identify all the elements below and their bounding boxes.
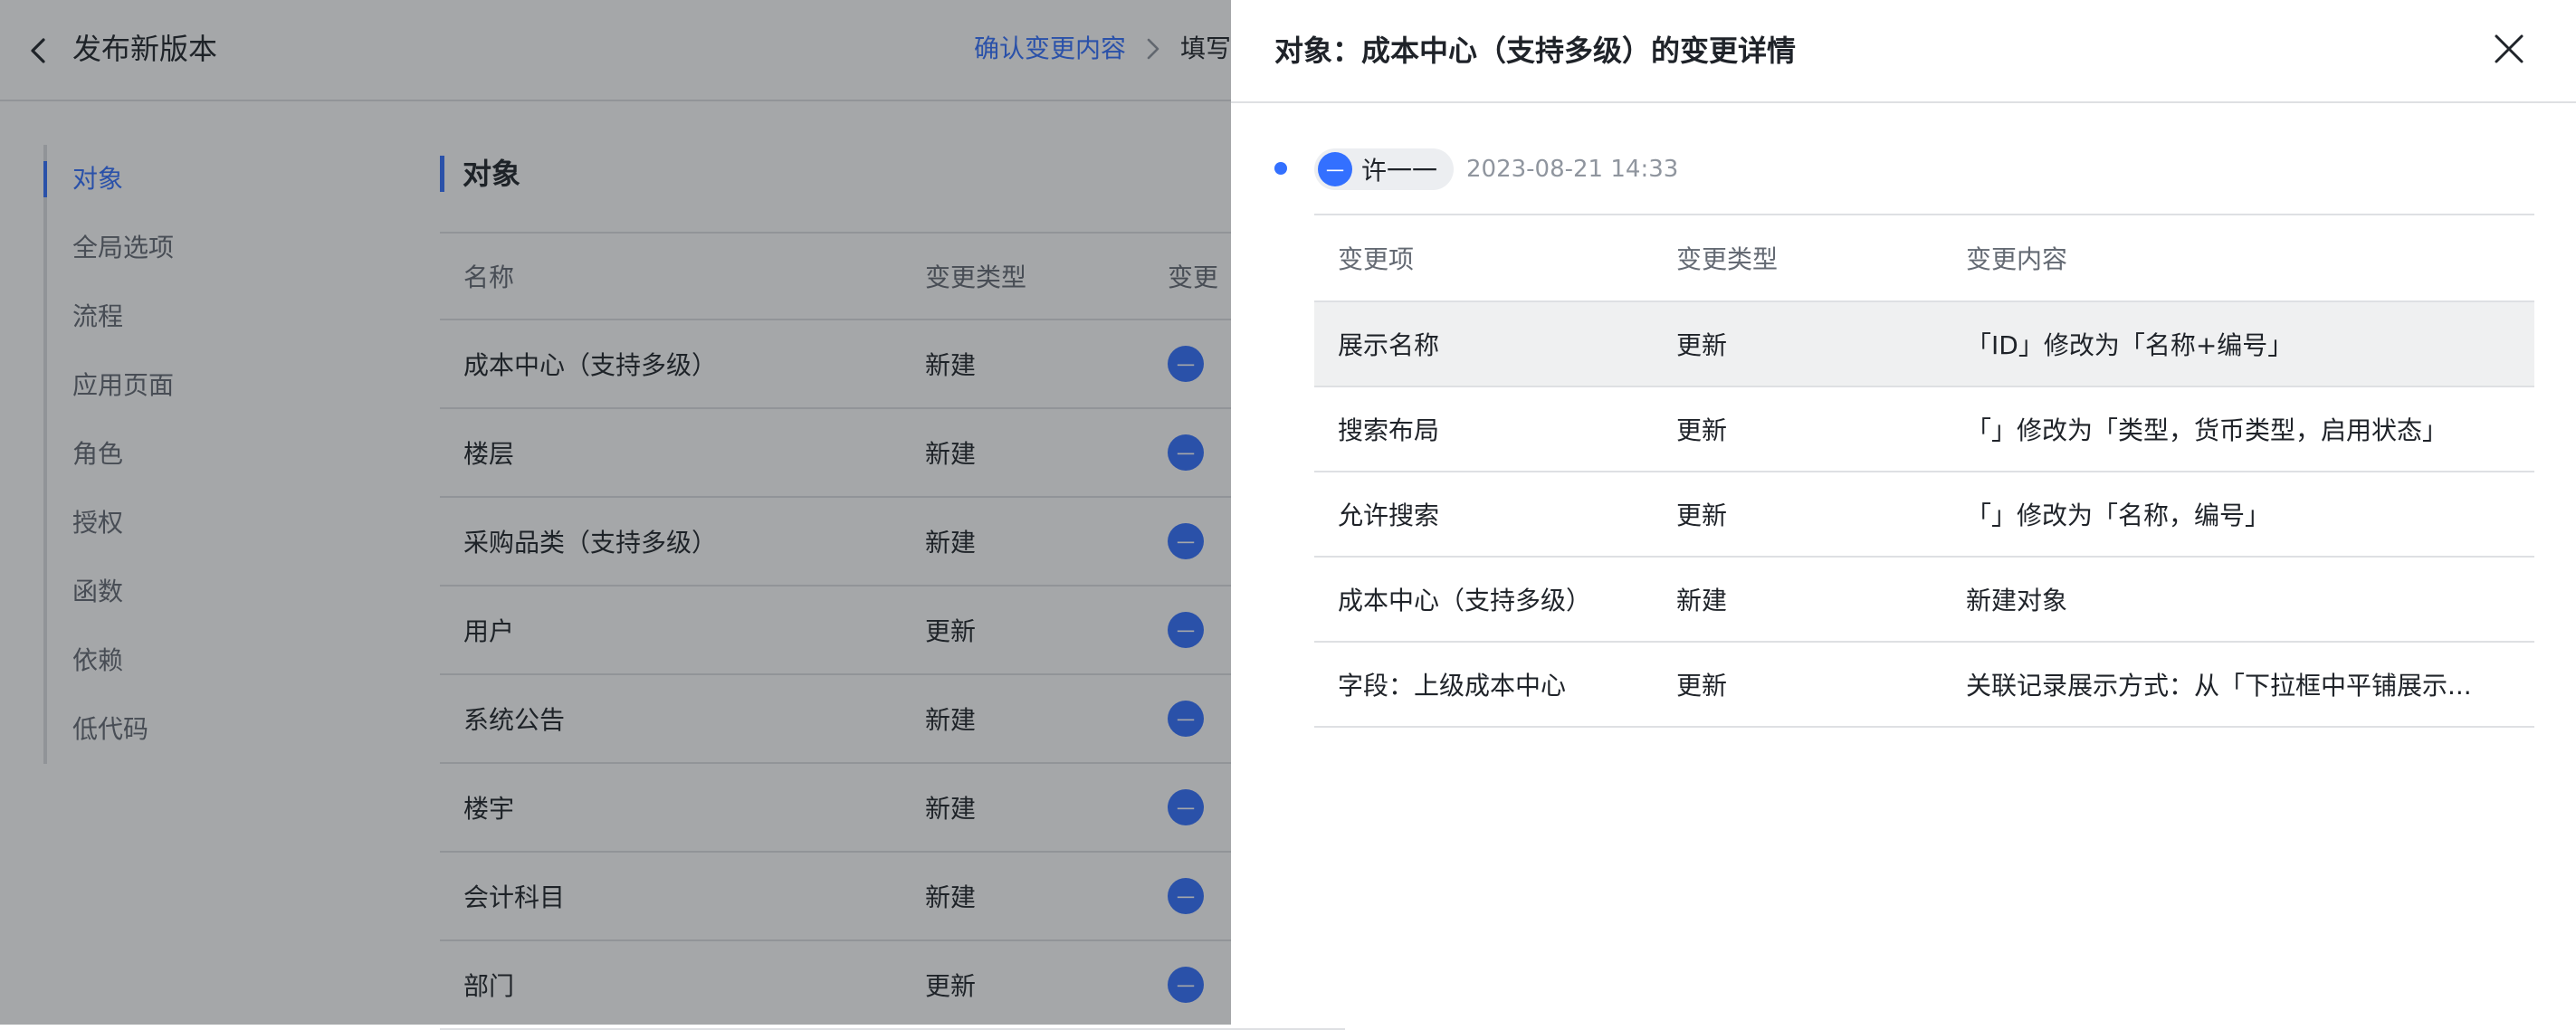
- close-button[interactable]: [2489, 29, 2529, 69]
- row-change-content: 关联记录展示方式：从「下拉框中平铺展示...: [1966, 671, 2472, 701]
- column-header-change-content: 变更内容: [1966, 244, 2068, 274]
- table-header: 变更项 变更类型 变更内容: [1314, 214, 2534, 302]
- row-change-type: 更新: [1676, 671, 1728, 701]
- row-change-content: 「ID」修改为「名称+编号」: [1966, 330, 2294, 360]
- row-change-item: 展示名称: [1338, 330, 1440, 360]
- drawer-header: 对象：成本中心（支持多级）的变更详情: [1231, 0, 2576, 103]
- row-change-content: 「」修改为「类型，货币类型，启用状态」: [1966, 415, 2448, 445]
- row-change-content: 新建对象: [1966, 586, 2068, 615]
- change-details-table: 变更项 变更类型 变更内容 展示名称 更新 「ID」修改为「名称+编号」 搜索布…: [1314, 214, 2534, 728]
- table-row[interactable]: 搜索布局 更新 「」修改为「类型，货币类型，启用状态」: [1314, 387, 2534, 472]
- change-timestamp: 2023-08-21 14:33: [1466, 156, 1679, 183]
- close-icon: [2495, 34, 2524, 63]
- avatar: 一: [1318, 152, 1352, 186]
- timeline-dot: [1274, 162, 1287, 175]
- user-name: 许一一: [1361, 156, 1438, 186]
- table-row[interactable]: 允许搜索 更新 「」修改为「名称，编号」: [1314, 472, 2534, 558]
- row-change-content: 「」修改为「名称，编号」: [1966, 501, 2271, 530]
- modal-mask[interactable]: [0, 0, 1231, 1025]
- row-change-item: 允许搜索: [1338, 501, 1440, 530]
- user-chip[interactable]: 一 许一一: [1314, 148, 1455, 190]
- table-row[interactable]: 成本中心（支持多级） 新建 新建对象: [1314, 558, 2534, 643]
- row-change-type: 更新: [1676, 415, 1728, 445]
- change-details-drawer: 对象：成本中心（支持多级）的变更详情 一 许一一 2023-08-21 14:3…: [1231, 0, 2576, 1025]
- row-change-type: 更新: [1676, 330, 1728, 360]
- column-header-change-type: 变更类型: [1676, 244, 1779, 274]
- drawer-title: 对象：成本中心（支持多级）的变更详情: [1274, 33, 1797, 68]
- row-change-item: 成本中心（支持多级）: [1338, 586, 1592, 615]
- row-change-type: 新建: [1676, 586, 1728, 615]
- column-header-change-item: 变更项: [1338, 244, 1415, 274]
- row-change-type: 更新: [1676, 501, 1728, 530]
- table-row[interactable]: 字段：上级成本中心 更新 关联记录展示方式：从「下拉框中平铺展示...: [1314, 643, 2534, 728]
- table-row[interactable]: 展示名称 更新 「ID」修改为「名称+编号」: [1314, 302, 2534, 387]
- row-change-item: 字段：上级成本中心: [1338, 671, 1567, 701]
- row-change-item: 搜索布局: [1338, 415, 1440, 445]
